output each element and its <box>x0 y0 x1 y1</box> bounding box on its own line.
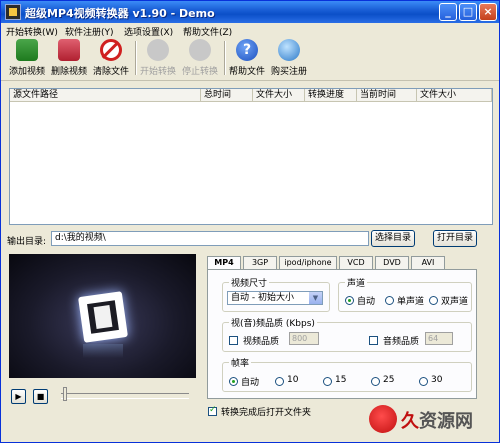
tab-avi[interactable]: AVI <box>411 256 445 270</box>
channel-stereo-radio[interactable] <box>429 296 438 305</box>
seek-track[interactable] <box>61 393 189 399</box>
audio-quality-input[interactable]: 64 <box>425 332 453 345</box>
buy-register-button[interactable]: 购买注册 <box>269 39 309 79</box>
column-header-progress[interactable]: 转换进度 <box>305 89 357 102</box>
site-watermark: 久资源网 <box>369 401 499 441</box>
video-preview <box>9 254 196 378</box>
frame-rate-title: 帧率 <box>229 356 252 369</box>
output-directory-row: 输出目录: d:\我的视频\ 选择目录 打开目录 <box>1 229 499 249</box>
stop-convert-button[interactable]: 停止转换 <box>180 39 220 79</box>
fps-auto-radio[interactable] <box>229 377 238 386</box>
video-quality-input[interactable]: 800 <box>289 332 319 345</box>
fps-30-label: 30 <box>431 375 443 385</box>
column-header-current-time[interactable]: 当前时间 <box>357 89 417 102</box>
clear-files-label: 清除文件 <box>92 67 129 77</box>
tab-vcd[interactable]: VCD <box>339 256 373 270</box>
channel-auto-label: 自动 <box>357 297 376 307</box>
channel-auto-radio[interactable] <box>345 296 354 305</box>
open-after-convert-checkbox[interactable] <box>208 405 217 416</box>
watermark-text-red: 久 <box>401 411 419 432</box>
add-video-label: 添加视频 <box>8 67 45 77</box>
buy-register-label: 购买注册 <box>270 67 307 77</box>
start-convert-label: 开始转换 <box>139 67 176 77</box>
column-header-source-path[interactable]: 源文件路径 <box>10 89 201 102</box>
watermark-logo-icon <box>369 405 397 433</box>
film-reflection <box>83 344 123 358</box>
tab-ipod-iphone[interactable]: ipod/iphone <box>279 256 337 270</box>
add-video-icon <box>16 39 38 61</box>
tab-dvd[interactable]: DVD <box>375 256 409 270</box>
quality-group: 视(音)频品质 (Kbps) 视频品质 800 音频品质 64 <box>222 316 472 352</box>
window-title: 超级MP4视频转换器 v1.90 - Demo <box>25 7 215 20</box>
title-bar[interactable]: 超级MP4视频转换器 v1.90 - Demo _ □ × <box>1 1 499 23</box>
close-button[interactable]: × <box>479 3 497 21</box>
channel-stereo-label: 双声道 <box>441 297 469 307</box>
stop-button[interactable]: ■ <box>33 389 48 404</box>
open-after-convert-label: 转换完成后打开文件夹 <box>221 408 312 418</box>
toolbar: 添加视频 删除视频 清除文件 开始转换 停止转换 ? 帮助文件 购买注册 <box>1 37 499 81</box>
video-size-title: 视频尺寸 <box>229 276 270 289</box>
open-directory-button[interactable]: 打开目录 <box>433 230 477 247</box>
start-convert-icon <box>147 39 169 61</box>
format-tabs: MP4 3GP ipod/iphone VCD DVD AVI <box>207 256 479 271</box>
stop-convert-label: 停止转换 <box>181 67 218 77</box>
delete-video-button[interactable]: 删除视频 <box>49 39 89 79</box>
audio-quality-checkbox[interactable] <box>369 336 378 345</box>
video-quality-checkbox[interactable] <box>229 336 238 345</box>
output-directory-label: 输出目录: <box>7 237 47 247</box>
help-file-label: 帮助文件 <box>228 67 265 77</box>
fps-15-label: 15 <box>335 375 347 385</box>
seek-thumb[interactable] <box>63 387 67 401</box>
column-header-file-size[interactable]: 文件大小 <box>253 89 305 102</box>
maximize-button[interactable]: □ <box>459 3 477 21</box>
audio-channel-group: 声道 自动 单声道 双声道 <box>338 276 472 312</box>
mp4-settings-panel: 视频尺寸 自动 - 初始大小 ▼ 声道 自动 单声道 双声道 视(音)频品质 (… <box>207 269 477 399</box>
audio-channel-title: 声道 <box>345 276 368 289</box>
clear-icon <box>100 39 122 61</box>
quality-title: 视(音)频品质 (Kbps) <box>229 316 317 329</box>
add-video-button[interactable]: 添加视频 <box>7 39 47 79</box>
fps-10-radio[interactable] <box>275 377 284 386</box>
fps-15-radio[interactable] <box>323 377 332 386</box>
buy-register-icon <box>278 39 300 61</box>
stop-convert-icon <box>189 39 211 61</box>
delete-video-label: 删除视频 <box>50 67 87 77</box>
toolbar-separator <box>135 41 137 75</box>
column-header-output-size[interactable]: 文件大小 <box>417 89 492 102</box>
video-quality-label: 视频品质 <box>243 337 280 347</box>
file-list[interactable]: 源文件路径 总时间 文件大小 转换进度 当前时间 文件大小 <box>9 88 493 225</box>
audio-quality-label: 音频品质 <box>383 337 420 347</box>
video-size-select[interactable]: 自动 - 初始大小 ▼ <box>227 291 323 305</box>
play-button[interactable]: ▶ <box>11 389 26 404</box>
chevron-down-icon[interactable]: ▼ <box>309 292 322 304</box>
fps-25-label: 25 <box>383 375 395 385</box>
app-window: 超级MP4视频转换器 v1.90 - Demo _ □ × 开始转换(W) 软件… <box>0 0 500 443</box>
menu-bar: 开始转换(W) 软件注册(Y) 选项设置(X) 帮助文件(Z) <box>1 23 499 38</box>
help-icon: ? <box>236 39 258 61</box>
film-icon <box>78 291 128 343</box>
toolbar-separator <box>224 41 226 75</box>
fps-30-radio[interactable] <box>419 377 428 386</box>
frame-rate-group: 帧率 自动 10 15 25 30 <box>222 356 472 392</box>
minimize-button[interactable]: _ <box>439 3 457 21</box>
watermark-text: 久资源网 <box>401 407 473 433</box>
fps-auto-label: 自动 <box>241 378 260 388</box>
fps-10-label: 10 <box>287 375 299 385</box>
fps-25-radio[interactable] <box>371 377 380 386</box>
channel-mono-label: 单声道 <box>397 297 425 307</box>
channel-mono-radio[interactable] <box>385 296 394 305</box>
app-icon <box>5 4 21 20</box>
column-header-total-time[interactable]: 总时间 <box>201 89 253 102</box>
help-file-button[interactable]: ? 帮助文件 <box>227 39 267 79</box>
clear-files-button[interactable]: 清除文件 <box>91 39 131 79</box>
video-size-group: 视频尺寸 自动 - 初始大小 ▼ <box>222 276 330 312</box>
output-path-input[interactable]: d:\我的视频\ <box>51 231 369 246</box>
tab-3gp[interactable]: 3GP <box>243 256 277 270</box>
choose-directory-button[interactable]: 选择目录 <box>371 230 415 247</box>
video-size-value: 自动 - 初始大小 <box>231 293 294 303</box>
start-convert-button[interactable]: 开始转换 <box>138 39 178 79</box>
watermark-text-gray: 资源网 <box>419 411 473 432</box>
delete-video-icon <box>58 39 80 61</box>
